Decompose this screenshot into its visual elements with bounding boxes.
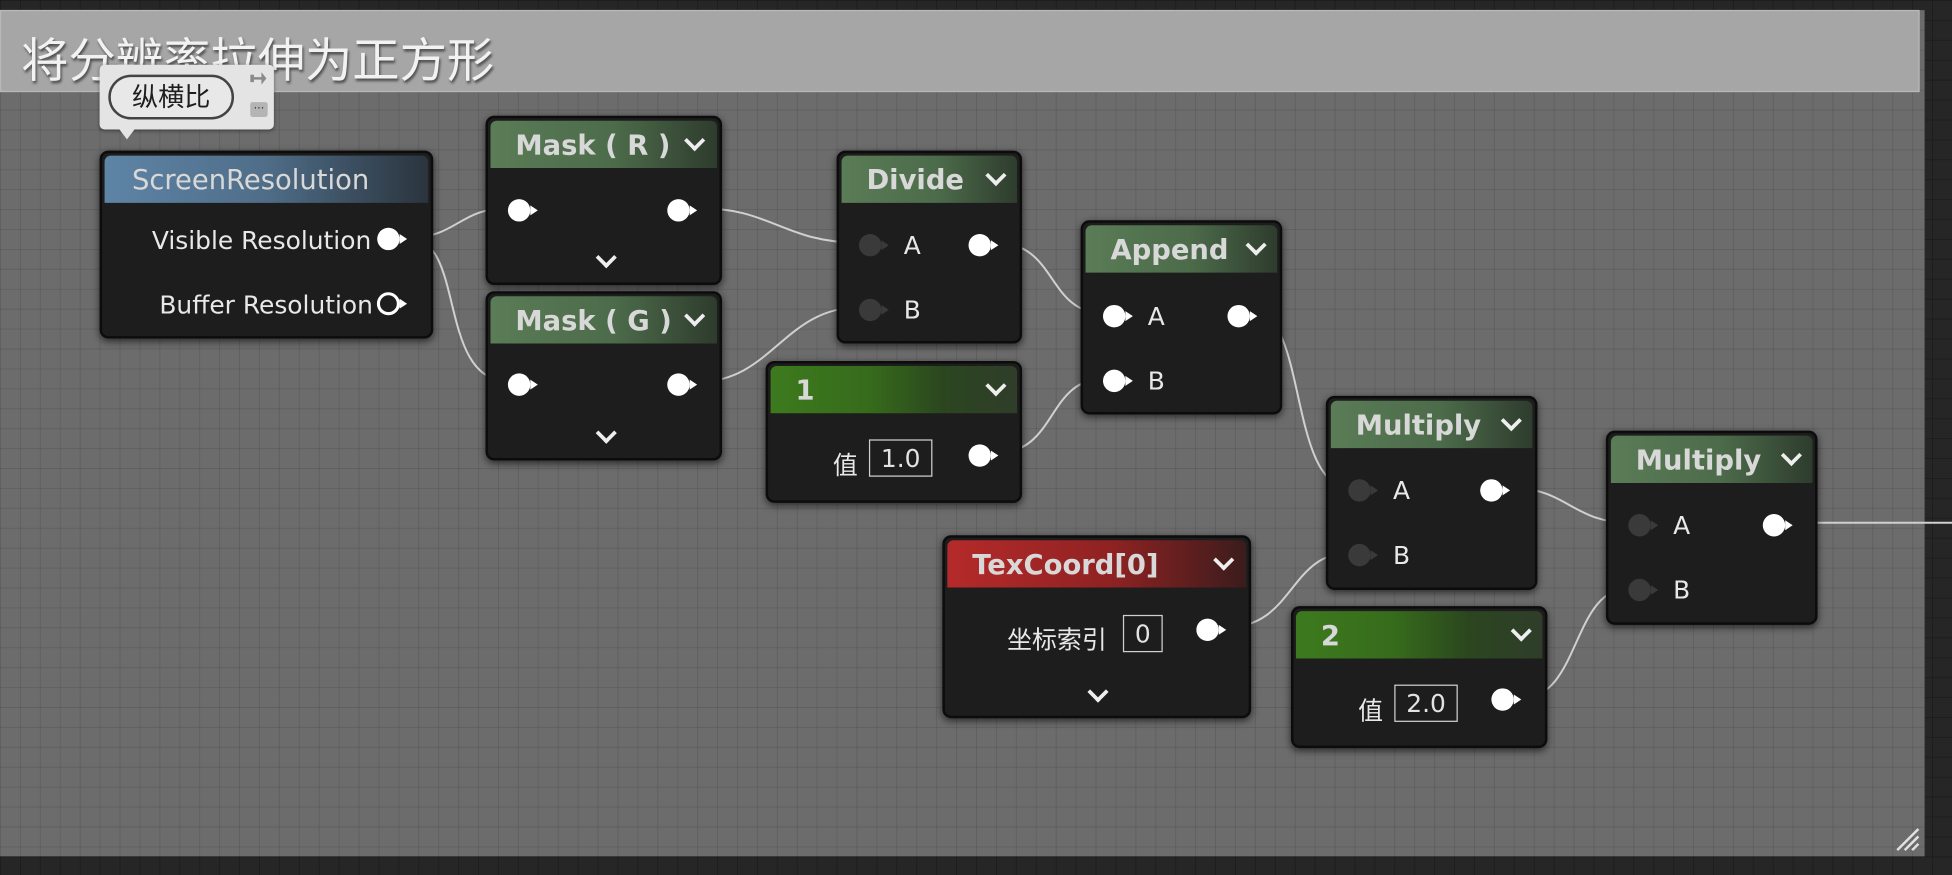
output-pin-icon[interactable] (967, 233, 999, 258)
input-pin-a-icon[interactable] (1347, 478, 1379, 503)
coord-index-input[interactable]: 0 (1122, 614, 1163, 653)
expand-chevron-icon[interactable] (595, 247, 617, 269)
more-icon[interactable]: ... (250, 100, 268, 118)
collapse-chevron-icon[interactable] (985, 164, 1007, 187)
node-title: Multiply (1635, 445, 1762, 477)
input-pin-a-icon[interactable] (1627, 513, 1659, 538)
value-label: 值 (1358, 695, 1384, 726)
node-title: Divide (866, 165, 964, 197)
output-pin-icon[interactable] (1226, 304, 1258, 329)
node-constant-1[interactable]: 1 值 1.0 (765, 360, 1023, 503)
collapse-chevron-icon[interactable] (1213, 549, 1235, 571)
node-title: Append (1110, 235, 1229, 267)
value-input[interactable]: 1.0 (868, 439, 933, 477)
pin-label-buffer-resolution: Buffer Resolution (159, 290, 373, 320)
node-title: ScreenResolution (131, 165, 370, 197)
node-title: Mask ( G ) (515, 306, 672, 338)
output-pin-buffer-resolution-icon[interactable] (376, 291, 408, 316)
node-header: 1 (770, 365, 1018, 414)
node-header: TexCoord[0] (947, 540, 1247, 588)
output-pin-icon[interactable] (666, 372, 698, 397)
node-title: TexCoord[0] (972, 550, 1159, 582)
collapse-chevron-icon[interactable] (684, 305, 706, 327)
collapse-chevron-icon[interactable] (684, 130, 706, 152)
node-title: 1 (795, 375, 815, 408)
node-multiply-1[interactable]: Multiply A B (1325, 395, 1538, 590)
input-pin-icon[interactable] (507, 198, 539, 223)
comment-bubble-text: 纵横比 (108, 74, 235, 120)
node-header: Multiply (1610, 435, 1813, 483)
node-header: Append (1085, 225, 1278, 273)
node-mask-r[interactable]: Mask ( R ) (485, 115, 723, 286)
pin-label-b: B (1393, 540, 1411, 571)
collapse-chevron-icon[interactable] (1780, 444, 1802, 467)
node-constant-2[interactable]: 2 值 2.0 (1290, 606, 1548, 749)
output-pin-icon[interactable] (666, 198, 698, 223)
input-pin-icon[interactable] (507, 372, 539, 397)
node-divide[interactable]: Divide A B (836, 150, 1023, 344)
node-title: Mask ( R ) (515, 130, 671, 162)
node-header: 2 (1295, 611, 1543, 659)
pin-label-visible-resolution: Visible Resolution (151, 225, 372, 256)
node-comment-bubble[interactable]: 纵横比 ... (99, 64, 274, 140)
value-input[interactable]: 2.0 (1394, 684, 1458, 722)
pin-label-b: B (903, 294, 921, 325)
expand-chevron-icon[interactable] (595, 422, 617, 444)
node-title: 2 (1320, 621, 1340, 653)
pin-label-b: B (1673, 575, 1691, 605)
output-pin-icon[interactable] (1479, 478, 1511, 503)
output-pin-icon[interactable] (967, 443, 999, 468)
node-header: Multiply (1330, 400, 1533, 449)
node-append[interactable]: Append A B (1080, 220, 1283, 415)
expand-chevron-icon[interactable] (1087, 681, 1109, 703)
input-pin-b-icon[interactable] (1627, 578, 1659, 603)
pin-label-a: A (1673, 510, 1691, 541)
output-pin-icon[interactable] (1490, 687, 1522, 712)
pin-label-b: B (1147, 365, 1165, 396)
graph-canvas[interactable]: 将分辨率拉伸为正方形 纵横比 ... ScreenResolution Visi… (0, 0, 1952, 875)
collapse-chevron-icon[interactable] (1500, 410, 1522, 432)
node-header: Mask ( R ) (490, 120, 718, 169)
input-pin-b-icon[interactable] (1102, 368, 1134, 393)
node-header: Mask ( G ) (490, 296, 718, 344)
input-pin-a-icon[interactable] (1102, 304, 1134, 329)
value-label: 值 (832, 450, 858, 481)
node-header: Divide (841, 155, 1018, 203)
collapse-chevron-icon[interactable] (985, 375, 1007, 397)
input-pin-b-icon[interactable] (858, 297, 890, 322)
node-title: Multiply (1355, 410, 1482, 442)
input-pin-a-icon[interactable] (858, 233, 890, 258)
node-mask-g[interactable]: Mask ( G ) (485, 291, 723, 461)
collapse-chevron-icon[interactable] (1245, 234, 1267, 256)
input-pin-b-icon[interactable] (1347, 543, 1379, 568)
node-texcoord[interactable]: TexCoord[0] 坐标索引 0 (942, 535, 1252, 719)
pin-label-a: A (1393, 475, 1411, 506)
node-screen-resolution[interactable]: ScreenResolution Visible Resolution Buff… (99, 150, 434, 339)
coord-index-label: 坐标索引 (1007, 624, 1107, 655)
pin-label-a: A (903, 230, 921, 261)
pin-label-a: A (1147, 301, 1165, 332)
pin-icon[interactable] (250, 70, 267, 87)
output-pin-icon[interactable] (1195, 617, 1227, 642)
node-multiply-2[interactable]: Multiply A B (1605, 430, 1818, 625)
output-pin-icon[interactable] (1762, 513, 1794, 538)
output-pin-visible-resolution-icon[interactable] (376, 227, 408, 252)
node-header: ScreenResolution (104, 155, 429, 203)
collapse-chevron-icon[interactable] (1510, 620, 1532, 642)
